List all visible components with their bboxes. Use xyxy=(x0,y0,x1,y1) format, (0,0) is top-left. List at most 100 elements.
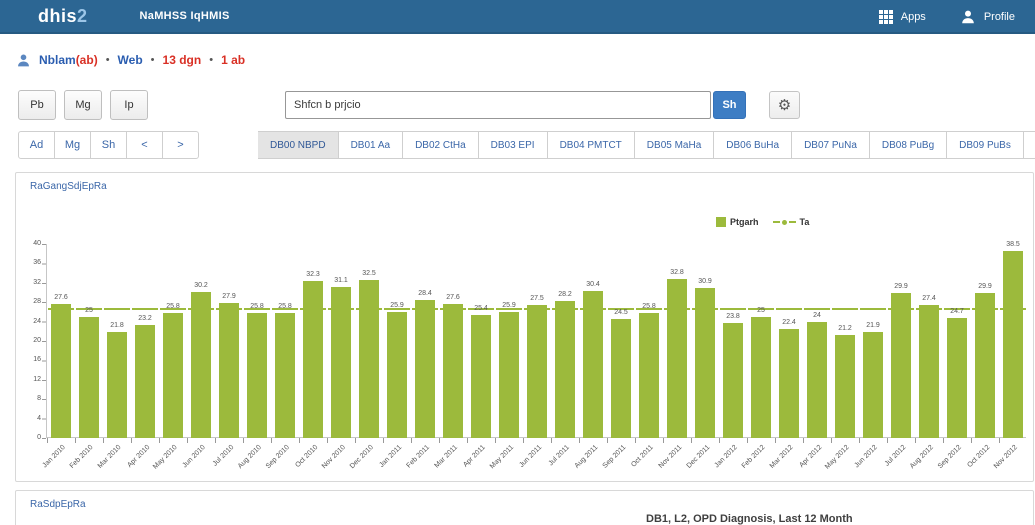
toolbar-button[interactable]: Pb xyxy=(18,90,56,120)
bar[interactable] xyxy=(919,305,939,438)
dashboard-tab[interactable]: DB02 CtHa xyxy=(402,131,479,159)
bar[interactable] xyxy=(863,332,883,438)
bar[interactable] xyxy=(611,319,631,438)
separator-bullet: • xyxy=(106,54,110,66)
bar[interactable] xyxy=(807,322,827,438)
profile-button[interactable]: Profile xyxy=(960,9,1015,25)
bar[interactable] xyxy=(751,317,771,438)
profile-label: Profile xyxy=(984,11,1015,23)
toolbar-button[interactable]: Mg xyxy=(64,90,102,120)
bar-slot: 29.9Oct 2012 xyxy=(971,244,999,438)
dashboard-tab[interactable]: DB07 PuNa xyxy=(791,131,870,159)
dashboard-tab[interactable]: DB00 NBPD xyxy=(258,131,339,159)
dashboard-tab[interactable]: DB01 Aa xyxy=(338,131,403,159)
x-axis-label: Mar 2010 xyxy=(97,444,123,470)
x-axis-label: Jan 2010 xyxy=(42,444,67,469)
target-dash xyxy=(916,308,942,310)
bar[interactable] xyxy=(947,318,967,438)
bar[interactable] xyxy=(835,335,855,438)
dashboard-tab[interactable]: DB10 Hb xyxy=(1023,131,1035,159)
apps-button[interactable]: Apps xyxy=(879,10,926,24)
target-dash xyxy=(776,308,802,310)
bar-slot: 27.4Aug 2012 xyxy=(915,244,943,438)
legend-series-label: Ptgarh xyxy=(730,217,759,227)
bar[interactable] xyxy=(527,305,547,438)
target-dash xyxy=(104,308,130,310)
dashboard-nav-button[interactable]: < xyxy=(126,131,163,159)
bar[interactable] xyxy=(723,323,743,438)
bar[interactable] xyxy=(975,293,995,438)
bar[interactable] xyxy=(79,317,99,438)
y-axis-label: 12 xyxy=(15,376,41,383)
bar[interactable] xyxy=(695,288,715,438)
dashboard-nav-button[interactable]: Sh xyxy=(90,131,127,159)
bar[interactable] xyxy=(303,281,323,438)
bar[interactable] xyxy=(387,312,407,438)
bar[interactable] xyxy=(163,313,183,438)
bar[interactable] xyxy=(415,300,435,438)
x-axis-label: Aug 2012 xyxy=(909,444,935,470)
x-axis-label: May 2011 xyxy=(489,444,515,470)
stat-other[interactable]: 1 ab xyxy=(221,53,245,67)
dashboard-tab[interactable]: DB03 EPI xyxy=(478,131,548,159)
channel-link[interactable]: Web xyxy=(118,53,143,67)
user-icon xyxy=(16,53,31,68)
bar[interactable] xyxy=(135,325,155,438)
bar-slot: 25.8Oct 2011 xyxy=(635,244,663,438)
bar[interactable] xyxy=(51,304,71,438)
bar-slot: 27.6Jan 2010 xyxy=(47,244,75,438)
bar[interactable] xyxy=(499,312,519,438)
target-dash xyxy=(188,308,214,310)
bar[interactable] xyxy=(275,313,295,438)
legend-target-item[interactable]: Ta xyxy=(773,217,810,227)
dashboard-tab[interactable]: DB08 PuBg xyxy=(869,131,947,159)
y-axis-label: 0 xyxy=(15,434,41,441)
bar[interactable] xyxy=(639,313,659,438)
bar-value-label: 38.5 xyxy=(996,241,1030,248)
legend-series-item[interactable]: Ptgarh xyxy=(716,217,759,227)
dashboard-tab[interactable]: DB06 BuHa xyxy=(713,131,792,159)
target-dash xyxy=(860,308,886,310)
bar-slot: 28.4Feb 2011 xyxy=(411,244,439,438)
bar[interactable] xyxy=(107,332,127,438)
bar[interactable] xyxy=(779,329,799,438)
page: dhis2 NaMHSS IqHMIS Apps Profile Nblam(a… xyxy=(0,0,1035,525)
user-name-link[interactable]: Nblam xyxy=(39,53,76,67)
toolbar-button[interactable]: Ip xyxy=(110,90,148,120)
search-input[interactable] xyxy=(285,91,711,119)
bar[interactable] xyxy=(247,313,267,438)
bar-slot: 25Feb 2012 xyxy=(747,244,775,438)
search-button[interactable]: Sh xyxy=(713,91,746,119)
dhis2-logo[interactable]: dhis2 xyxy=(38,6,88,27)
stat-days[interactable]: 13 dgn xyxy=(163,53,202,67)
dashboard-nav-button[interactable]: Ad xyxy=(18,131,55,159)
bar-value-label: 25.9 xyxy=(492,302,526,309)
panel-action-links[interactable]: RaGangSdjEpRa xyxy=(30,181,107,192)
bar[interactable] xyxy=(443,304,463,438)
settings-button[interactable]: ⚙ xyxy=(769,91,800,119)
bar[interactable] xyxy=(219,303,239,438)
y-axis-label: 32 xyxy=(15,279,41,286)
bar-value-label: 27.9 xyxy=(212,293,246,300)
bar[interactable] xyxy=(667,279,687,438)
x-axis-label: Feb 2012 xyxy=(741,444,767,470)
dashboard-tab[interactable]: DB05 MaHa xyxy=(634,131,714,159)
x-axis-label: Sep 2012 xyxy=(937,444,963,470)
bar[interactable] xyxy=(471,315,491,438)
bar[interactable] xyxy=(359,280,379,438)
bar-slot: 30.2Jun 2010 xyxy=(187,244,215,438)
dashboard-nav-button[interactable]: Mg xyxy=(54,131,91,159)
bar[interactable] xyxy=(583,291,603,438)
dashboard-tab[interactable]: DB09 PuBs xyxy=(946,131,1024,159)
bar[interactable] xyxy=(191,292,211,438)
panel-action-links[interactable]: RaSdpEpRa xyxy=(30,499,86,510)
user-note: (ab) xyxy=(76,53,98,67)
bar[interactable] xyxy=(1003,251,1023,438)
bar[interactable] xyxy=(555,301,575,438)
dashboard-tab[interactable]: DB04 PMTCT xyxy=(547,131,635,159)
bar[interactable] xyxy=(891,293,911,438)
bar-series: 27.6Jan 201025Feb 201021.8Mar 201023.2Ap… xyxy=(47,244,1027,438)
dashboard-nav-buttons: AdMgSh<> xyxy=(18,131,199,159)
dashboard-nav-button[interactable]: > xyxy=(162,131,199,159)
target-dash xyxy=(524,308,550,310)
